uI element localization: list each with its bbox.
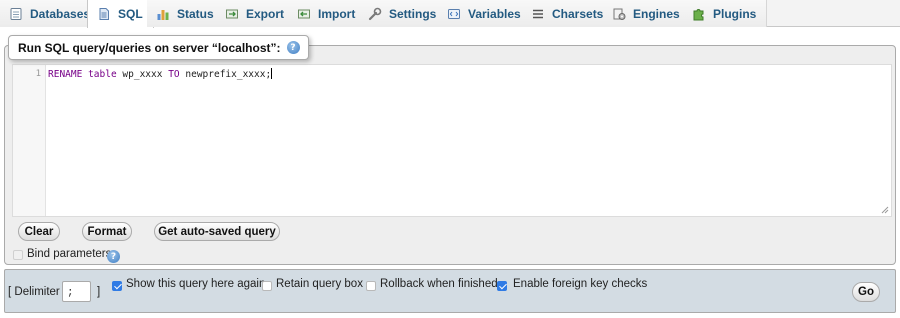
foreign-key-checks-label: Enable foreign key checks (513, 278, 648, 290)
resize-handle-icon[interactable] (881, 206, 889, 214)
tab-engines[interactable]: Engines (603, 0, 691, 27)
tab-sql[interactable]: SQL (87, 0, 154, 28)
tab-label: Status (177, 6, 214, 21)
tab-label: Settings (389, 6, 437, 21)
sql-keyword: TO (168, 69, 180, 80)
sql-query-editor[interactable]: 1 RENAME table wp_xxxx TO newprefix_xxxx… (12, 64, 892, 217)
delimiter-bracket-close: ] (97, 286, 101, 298)
status-chart-icon (156, 7, 170, 21)
sql-document-icon (97, 7, 111, 21)
bind-parameters-label: Bind parameters (27, 248, 112, 260)
tab-status[interactable]: Status (147, 0, 225, 27)
retain-query-box-checkbox[interactable] (262, 281, 272, 291)
tab-label: Databases (30, 6, 91, 21)
clear-button[interactable]: Clear (18, 222, 60, 241)
retain-query-box-label: Retain query box (276, 278, 363, 290)
tab-label: SQL (118, 7, 143, 21)
tab-label: Variables (468, 6, 521, 21)
sql-keyword: table (88, 69, 117, 80)
tab-label: Plugins (713, 6, 757, 21)
legend-text: Run SQL query/queries on server “localho… (18, 40, 281, 55)
charsets-list-icon (531, 7, 545, 21)
import-icon (297, 7, 311, 21)
tab-label: Import (318, 6, 356, 21)
sql-query-legend: Run SQL query/queries on server “localho… (8, 35, 309, 60)
tab-export[interactable]: Export (216, 0, 296, 27)
show-query-again-label: Show this query here again (126, 278, 266, 290)
foreign-key-checks-checkbox[interactable] (497, 281, 507, 291)
tab-import[interactable]: Import (288, 0, 367, 27)
export-icon (225, 7, 239, 21)
sql-keyword: RENAME (48, 69, 83, 80)
puzzle-piece-icon (692, 7, 706, 21)
get-auto-saved-query-button[interactable]: Get auto-saved query (154, 222, 280, 241)
variables-icon (447, 7, 461, 21)
format-button[interactable]: Format (82, 222, 132, 241)
sql-identifier: wp_xxxx (122, 69, 163, 80)
rollback-checkbox[interactable] (366, 281, 376, 291)
delimiter-label: [ Delimiter (8, 286, 60, 298)
show-query-again-checkbox[interactable] (112, 281, 122, 291)
delimiter-input[interactable] (62, 281, 91, 302)
engines-icon (612, 7, 626, 21)
wrench-icon (368, 7, 382, 21)
tab-plugins[interactable]: Plugins (683, 0, 768, 27)
tab-label: Engines (633, 6, 680, 21)
tab-settings[interactable]: Settings (359, 0, 448, 27)
line-number: 1 (35, 69, 41, 79)
bind-parameters-checkbox[interactable] (13, 250, 23, 260)
text-cursor (271, 68, 273, 79)
help-icon[interactable]: ? (107, 250, 120, 263)
go-button[interactable]: Go (852, 282, 880, 302)
help-icon[interactable]: ? (286, 41, 300, 54)
tab-label: Charsets (552, 6, 604, 21)
tab-label: Export (246, 6, 285, 21)
line-number-gutter: 1 (13, 65, 46, 216)
database-icon (9, 7, 23, 21)
tab-charsets[interactable]: Charsets (522, 0, 615, 27)
rollback-label: Rollback when finished (380, 278, 498, 290)
tab-databases[interactable]: Databases (0, 0, 102, 27)
sql-identifier: newprefix_xxxx; (185, 69, 272, 80)
server-tab-bar: Databases SQL Status Export Import Setti… (0, 0, 900, 28)
sql-query-text[interactable]: RENAME table wp_xxxx TO newprefix_xxxx; (48, 68, 273, 80)
tab-variables[interactable]: Variables (438, 0, 532, 27)
query-options-bar (4, 269, 896, 313)
